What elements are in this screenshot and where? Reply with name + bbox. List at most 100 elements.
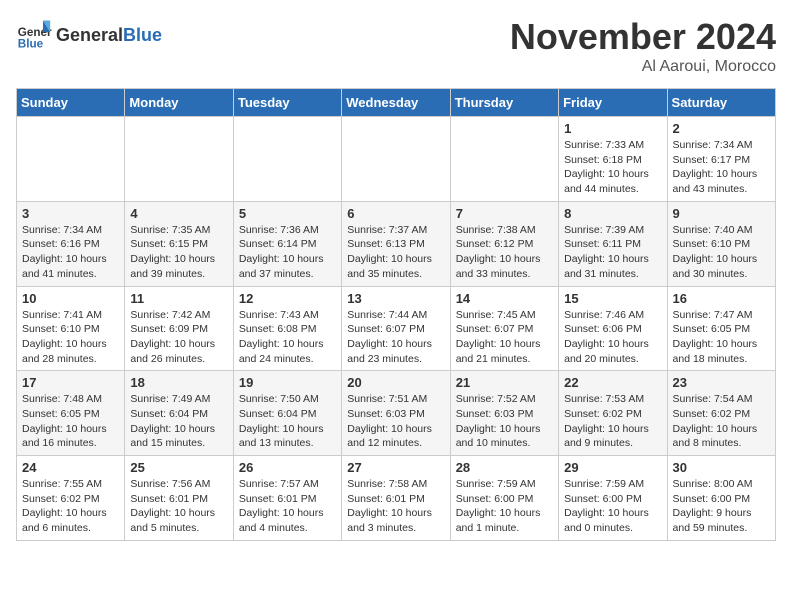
day-number: 8: [564, 206, 661, 221]
weekday-header-friday: Friday: [559, 89, 667, 117]
cell-line: Sunrise: 8:00 AM: [673, 478, 753, 490]
calendar-cell: 12Sunrise: 7:43 AMSunset: 6:08 PMDayligh…: [233, 286, 341, 371]
cell-content: Sunrise: 7:35 AMSunset: 6:15 PMDaylight:…: [130, 223, 227, 282]
cell-line: Sunset: 6:11 PM: [564, 238, 641, 250]
cell-line: Daylight: 10 hours and 26 minutes.: [130, 338, 215, 365]
cell-line: Daylight: 10 hours and 15 minutes.: [130, 423, 215, 450]
cell-line: Sunset: 6:18 PM: [564, 154, 642, 166]
calendar-cell: 6Sunrise: 7:37 AMSunset: 6:13 PMDaylight…: [342, 201, 450, 286]
cell-line: Daylight: 10 hours and 44 minutes.: [564, 168, 649, 195]
calendar-cell: 3Sunrise: 7:34 AMSunset: 6:16 PMDaylight…: [17, 201, 125, 286]
day-number: 15: [564, 291, 661, 306]
cell-line: Sunset: 6:00 PM: [456, 493, 534, 505]
cell-content: Sunrise: 7:54 AMSunset: 6:02 PMDaylight:…: [673, 392, 770, 451]
cell-content: Sunrise: 7:37 AMSunset: 6:13 PMDaylight:…: [347, 223, 444, 282]
cell-content: Sunrise: 7:52 AMSunset: 6:03 PMDaylight:…: [456, 392, 553, 451]
cell-line: Sunset: 6:07 PM: [347, 323, 425, 335]
cell-line: Sunset: 6:07 PM: [456, 323, 534, 335]
cell-line: Sunrise: 7:56 AM: [130, 478, 210, 490]
location: Al Aaroui, Morocco: [510, 58, 776, 76]
calendar-cell: 5Sunrise: 7:36 AMSunset: 6:14 PMDaylight…: [233, 201, 341, 286]
cell-line: Daylight: 10 hours and 3 minutes.: [347, 507, 432, 534]
cell-line: Daylight: 10 hours and 4 minutes.: [239, 507, 324, 534]
cell-content: Sunrise: 7:38 AMSunset: 6:12 PMDaylight:…: [456, 223, 553, 282]
calendar-cell: [17, 117, 125, 202]
cell-line: Sunset: 6:03 PM: [456, 408, 534, 420]
cell-line: Daylight: 10 hours and 31 minutes.: [564, 253, 649, 280]
cell-line: Sunset: 6:00 PM: [673, 493, 751, 505]
day-number: 7: [456, 206, 553, 221]
calendar-cell: 11Sunrise: 7:42 AMSunset: 6:09 PMDayligh…: [125, 286, 233, 371]
calendar-cell: [125, 117, 233, 202]
cell-line: Sunset: 6:13 PM: [347, 238, 425, 250]
calendar-week-1: 1 Sunrise: 7:33 AMSunset: 6:18 PMDaylight…: [17, 117, 776, 202]
calendar-cell: [233, 117, 341, 202]
calendar-cell: 27Sunrise: 7:58 AMSunset: 6:01 PMDayligh…: [342, 456, 450, 541]
cell-line: Sunset: 6:01 PM: [239, 493, 317, 505]
day-number: 17: [22, 375, 119, 390]
cell-line: Daylight: 10 hours and 28 minutes.: [22, 338, 107, 365]
cell-line: Sunrise: 7:51 AM: [347, 393, 427, 405]
cell-content: Sunrise: 7:56 AMSunset: 6:01 PMDaylight:…: [130, 477, 227, 536]
cell-line: Sunrise: 7:36 AM: [239, 224, 319, 236]
cell-line: Sunset: 6:01 PM: [130, 493, 208, 505]
day-number: 1: [564, 121, 661, 136]
logo-icon: General Blue: [16, 16, 52, 52]
cell-line: Daylight: 10 hours and 12 minutes.: [347, 423, 432, 450]
day-number: 19: [239, 375, 336, 390]
cell-line: Daylight: 10 hours and 0 minutes.: [564, 507, 649, 534]
calendar-cell: 10Sunrise: 7:41 AMSunset: 6:10 PMDayligh…: [17, 286, 125, 371]
cell-line: Sunrise: 7:40 AM: [673, 224, 753, 236]
cell-content: Sunrise: 7:53 AMSunset: 6:02 PMDaylight:…: [564, 392, 661, 451]
cell-line: Sunset: 6:16 PM: [22, 238, 100, 250]
cell-line: Daylight: 10 hours and 43 minutes.: [673, 168, 758, 195]
day-number: 21: [456, 375, 553, 390]
calendar-cell: 1 Sunrise: 7:33 AMSunset: 6:18 PMDaylight…: [559, 117, 667, 202]
cell-content: Sunrise: 7:33 AMSunset: 6:18 PMDaylight:…: [564, 138, 661, 197]
calendar-cell: 9Sunrise: 7:40 AMSunset: 6:10 PMDaylight…: [667, 201, 775, 286]
cell-line: Daylight: 10 hours and 10 minutes.: [456, 423, 541, 450]
cell-content: Sunrise: 7:57 AM Sunset: 6:01 PM Daylight:…: [239, 477, 336, 536]
cell-line: Sunset: 6:09 PM: [130, 323, 208, 335]
calendar-cell: 8Sunrise: 7:39 AMSunset: 6:11 PMDaylight…: [559, 201, 667, 286]
cell-line: Daylight: 10 hours and 16 minutes.: [22, 423, 107, 450]
cell-line: Sunrise: 7:57 AM: [239, 478, 319, 490]
cell-line: Sunrise: 7:35 AM: [130, 224, 210, 236]
day-number: 25: [130, 460, 227, 475]
cell-line: Sunset: 6:03 PM: [347, 408, 425, 420]
cell-line: Sunset: 6:14 PM: [239, 238, 317, 250]
cell-line: Daylight: 10 hours and 39 minutes.: [130, 253, 215, 280]
weekday-header-thursday: Thursday: [450, 89, 558, 117]
logo: General Blue GeneralBlue: [16, 16, 162, 52]
cell-line: Daylight: 10 hours and 24 minutes.: [239, 338, 324, 365]
cell-line: Daylight: 10 hours and 8 minutes.: [673, 423, 758, 450]
cell-line: Sunrise: 7:46 AM: [564, 309, 644, 321]
calendar-cell: [450, 117, 558, 202]
cell-line: Daylight: 10 hours and 6 minutes.: [22, 507, 107, 534]
calendar-header-row: SundayMondayTuesdayWednesdayThursdayFrid…: [17, 89, 776, 117]
cell-content: Sunrise: 7:45 AMSunset: 6:07 PMDaylight:…: [456, 308, 553, 367]
day-number: 29: [564, 460, 661, 475]
cell-line: Daylight: 10 hours and 37 minutes.: [239, 253, 324, 280]
cell-line: Sunset: 6:12 PM: [456, 238, 534, 250]
cell-line: Daylight: 10 hours and 1 minute.: [456, 507, 541, 534]
day-number: 22: [564, 375, 661, 390]
cell-line: Sunrise: 7:41 AM: [22, 309, 102, 321]
cell-line: Sunset: 6:05 PM: [22, 408, 100, 420]
cell-line: Daylight: 10 hours and 9 minutes.: [564, 423, 649, 450]
cell-content: Sunrise: 7:51 AM Sunset: 6:03 PM Daylight:…: [347, 392, 444, 451]
cell-content: Sunrise: 7:55 AMSunset: 6:02 PMDaylight:…: [22, 477, 119, 536]
cell-line: Sunset: 6:08 PM: [239, 323, 317, 335]
cell-line: Sunrise: 7:50 AM: [239, 393, 319, 405]
calendar-cell: 7 Sunrise: 7:38 AMSunset: 6:12 PMDaylight…: [450, 201, 558, 286]
day-number: 27: [347, 460, 444, 475]
calendar-cell: 23Sunrise: 7:54 AMSunset: 6:02 PMDayligh…: [667, 371, 775, 456]
cell-line: Sunrise: 7:59 AM: [456, 478, 536, 490]
cell-content: Sunrise: 7:43 AMSunset: 6:08 PMDaylight:…: [239, 308, 336, 367]
cell-line: Daylight: 10 hours and 13 minutes.: [239, 423, 324, 450]
cell-line: Sunset: 6:06 PM: [564, 323, 642, 335]
cell-line: Sunrise: 7:45 AM: [456, 309, 536, 321]
calendar-cell: 21 Sunrise: 7:52 AMSunset: 6:03 PMDayligh…: [450, 371, 558, 456]
calendar-table: SundayMondayTuesdayWednesdayThursdayFrid…: [16, 88, 776, 541]
cell-line: Sunrise: 7:59 AM: [564, 478, 644, 490]
